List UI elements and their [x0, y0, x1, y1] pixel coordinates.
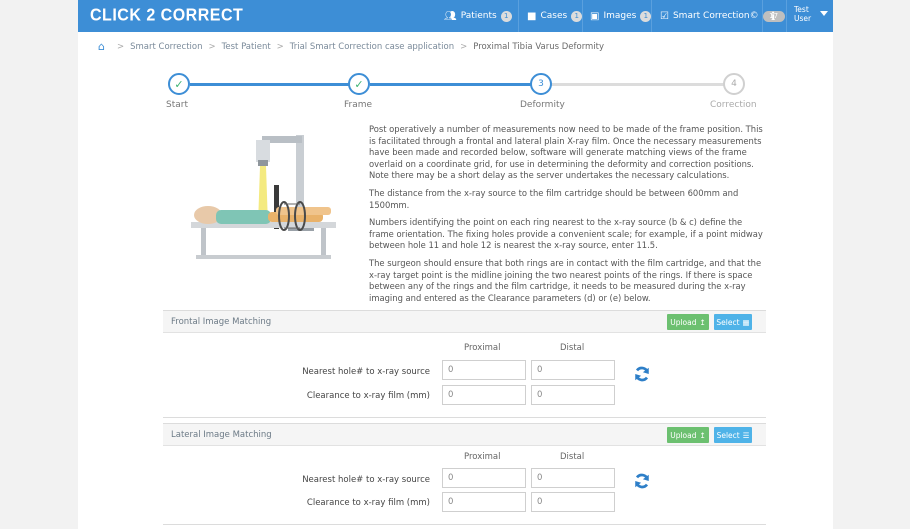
step-deformity-label: Deformity	[520, 100, 565, 110]
lateral-panel-title: Lateral Image Matching	[171, 430, 272, 440]
lateral-upload-label: Upload	[670, 430, 697, 440]
frontal-select-button[interactable]: Select ▦	[714, 314, 752, 330]
breadcrumb-case[interactable]: Trial Smart Correction case application	[290, 42, 454, 52]
lateral-clearance-proximal-input[interactable]	[442, 492, 526, 512]
refresh-icon[interactable]	[633, 472, 651, 490]
nav-divider	[651, 0, 652, 32]
lateral-select-button[interactable]: Select ☰	[714, 427, 752, 443]
step-start-label: Start	[166, 100, 188, 110]
step-correction-number: 4	[731, 79, 737, 89]
nav-cases-label: Cases	[540, 11, 568, 21]
lateral-panel-header: Lateral Image Matching Upload ↥ Select ☰	[163, 424, 766, 446]
step-correction-circle: 4	[723, 73, 745, 95]
user-name-line1: Test	[794, 5, 809, 14]
xray-setup-illustration	[191, 135, 336, 259]
progress-stepper: ✓ ✓ 3 4 Start Frame Deformity Correction	[78, 70, 833, 115]
instructions-text: Post operatively a number of measurement…	[369, 124, 767, 310]
nav-divider	[786, 0, 787, 32]
frontal-nearest-label: Nearest hole# to x-ray source	[302, 367, 430, 377]
lateral-nearest-label: Nearest hole# to x-ray source	[302, 475, 430, 485]
frontal-panel-header: Frontal Image Matching Upload ↥ Select ▦	[163, 311, 766, 333]
nav-divider	[518, 0, 519, 32]
caret-down-icon[interactable]	[820, 11, 828, 16]
breadcrumb-smart-correction[interactable]: Smart Correction	[130, 42, 202, 52]
nav-images-badge: 1	[640, 10, 652, 22]
nav-smart-correction[interactable]: ☑ Smart Correction© 17	[660, 0, 785, 32]
images-icon: ▣	[590, 10, 600, 22]
breadcrumb: ⌂ > Smart Correction > Test Patient > Tr…	[98, 40, 604, 53]
nav-patients-badge: 1	[500, 10, 512, 22]
breadcrumb-patient[interactable]: Test Patient	[222, 42, 271, 52]
page: CLICK 2 CORRECT 👥︎ Patients 1 ■ Cases 1 …	[78, 0, 833, 529]
lateral-col-proximal: Proximal	[464, 452, 501, 462]
instructions-paragraph: The surgeon should ensure that both ring…	[369, 257, 762, 303]
nav-images-label: Images	[603, 11, 637, 21]
frontal-upload-label: Upload	[670, 317, 697, 327]
nav-cases[interactable]: ■ Cases 1	[527, 0, 583, 32]
cases-icon: ■	[527, 10, 537, 22]
select-icon: ▦	[742, 317, 750, 327]
frontal-clearance-distal-input[interactable]	[531, 385, 615, 405]
lateral-clearance-label: Clearance to x-ray film (mm)	[306, 498, 430, 508]
step-deformity-circle[interactable]: 3	[530, 73, 552, 95]
lateral-upload-button[interactable]: Upload ↥	[667, 427, 709, 443]
section-divider	[163, 417, 766, 418]
nav-divider	[762, 0, 763, 32]
frontal-nearest-distal-input[interactable]	[531, 360, 615, 380]
frontal-panel-title: Frontal Image Matching	[171, 317, 272, 327]
frontal-col-distal: Distal	[560, 343, 585, 353]
step-connector	[370, 83, 540, 86]
home-icon[interactable]: ⌂	[98, 40, 105, 53]
frontal-select-label: Select	[716, 317, 740, 327]
breadcrumb-separator: >	[116, 41, 125, 52]
step-deformity-number: 3	[538, 79, 544, 89]
frontal-col-proximal: Proximal	[464, 343, 501, 353]
check-icon: ✓	[174, 77, 184, 91]
frontal-panel: Frontal Image Matching Upload ↥ Select ▦	[163, 310, 766, 333]
nav-patients[interactable]: 👥︎ Patients 1	[444, 0, 512, 32]
section-divider	[163, 524, 766, 525]
frontal-upload-button[interactable]: Upload ↥	[667, 314, 709, 330]
smart-correction-icon: ☑	[660, 10, 669, 22]
frontal-clearance-proximal-input[interactable]	[442, 385, 526, 405]
user-name-line2: User	[794, 14, 812, 23]
nav-images[interactable]: ▣ Images 1	[590, 0, 652, 32]
lateral-select-label: Select	[716, 430, 740, 440]
frontal-clearance-label: Clearance to x-ray film (mm)	[306, 391, 430, 401]
instructions-paragraph: The distance from the x-ray source to th…	[369, 187, 739, 210]
step-frame-label: Frame	[344, 100, 373, 110]
user-menu[interactable]: Test User	[794, 5, 811, 23]
lateral-nearest-distal-input[interactable]	[531, 468, 615, 488]
nav-cases-badge: 1	[571, 10, 583, 22]
breadcrumb-current: Proximal Tibia Varus Deformity	[473, 41, 605, 52]
instructions-paragraph: Numbers identifying the point on each ri…	[369, 217, 763, 251]
nav-smart-label: Smart Correction©	[672, 11, 759, 21]
upload-icon: ↥	[699, 430, 706, 440]
instructions-paragraph: Post operatively a number of measurement…	[369, 124, 763, 181]
frontal-nearest-proximal-input[interactable]	[442, 360, 526, 380]
step-connector	[548, 83, 724, 86]
top-navbar: CLICK 2 CORRECT 👥︎ Patients 1 ■ Cases 1 …	[78, 0, 833, 32]
select-icon: ☰	[742, 430, 750, 440]
lateral-clearance-distal-input[interactable]	[531, 492, 615, 512]
upload-icon: ↥	[699, 317, 706, 327]
patients-icon: 👥︎	[444, 10, 457, 22]
breadcrumb-separator: >	[460, 41, 468, 52]
lateral-nearest-proximal-input[interactable]	[442, 468, 526, 488]
step-connector	[190, 83, 360, 86]
nav-divider	[582, 0, 583, 32]
lateral-col-distal: Distal	[560, 452, 585, 462]
step-correction-label: Correction	[710, 100, 757, 110]
info-icon[interactable]: ℹ	[771, 0, 775, 32]
refresh-icon[interactable]	[633, 365, 651, 383]
nav-patients-label: Patients	[460, 11, 497, 21]
app-logo[interactable]: CLICK 2 CORRECT	[90, 6, 243, 26]
lateral-panel: Lateral Image Matching Upload ↥ Select ☰	[163, 423, 766, 446]
breadcrumb-separator: >	[208, 41, 216, 52]
step-frame-circle[interactable]: ✓	[348, 73, 370, 95]
breadcrumb-separator: >	[276, 41, 284, 52]
step-start-circle[interactable]: ✓	[168, 73, 190, 95]
check-icon: ✓	[354, 77, 364, 91]
